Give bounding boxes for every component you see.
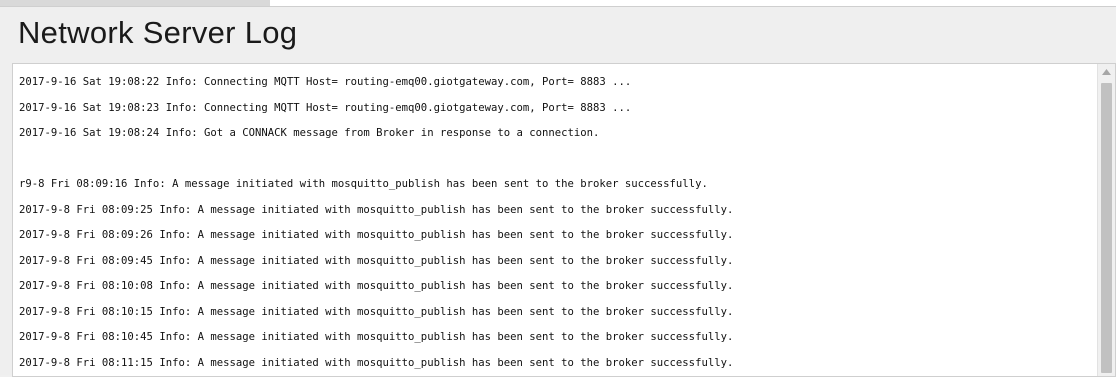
log-line: 2017-9-16 Sat 19:08:22 Info: Connecting … xyxy=(19,76,632,88)
log-line: 2017-9-16 Sat 19:08:23 Info: Connecting … xyxy=(19,101,632,114)
log-lines: 2017-9-16 Sat 19:08:22 Info: Connecting … xyxy=(19,70,1089,376)
log-panel: Network Server Log 2017-9-16 Sat 19:08:2… xyxy=(0,6,1116,377)
page-title: Network Server Log xyxy=(18,15,298,50)
log-line: 2017-9-8 Fri 08:11:15 Info: A message in… xyxy=(19,356,734,369)
triangle-up-icon[interactable] xyxy=(1098,64,1115,81)
scrollbar-thumb[interactable] xyxy=(1101,83,1112,373)
log-line: 2017-9-16 Sat 19:08:24 Info: Got a CONNA… xyxy=(19,127,600,139)
vertical-scrollbar[interactable] xyxy=(1097,64,1115,376)
log-line: 2017-9-8 Fri 08:10:45 Info: A message in… xyxy=(19,331,734,343)
log-line: 2017-9-8 Fri 08:09:25 Info: A message in… xyxy=(19,203,734,216)
log-textarea[interactable]: 2017-9-16 Sat 19:08:22 Info: Connecting … xyxy=(12,63,1116,377)
log-line: 2017-9-8 Fri 08:09:26 Info: A message in… xyxy=(19,229,734,241)
log-line: r9-8 Fri 08:09:16 Info: A message initia… xyxy=(19,178,708,190)
log-line-blank xyxy=(19,147,1089,173)
log-line: 2017-9-8 Fri 08:10:08 Info: A message in… xyxy=(19,280,734,292)
log-line: 2017-9-8 Fri 08:09:45 Info: A message in… xyxy=(19,254,734,267)
log-line: 2017-9-8 Fri 08:10:15 Info: A message in… xyxy=(19,305,734,318)
